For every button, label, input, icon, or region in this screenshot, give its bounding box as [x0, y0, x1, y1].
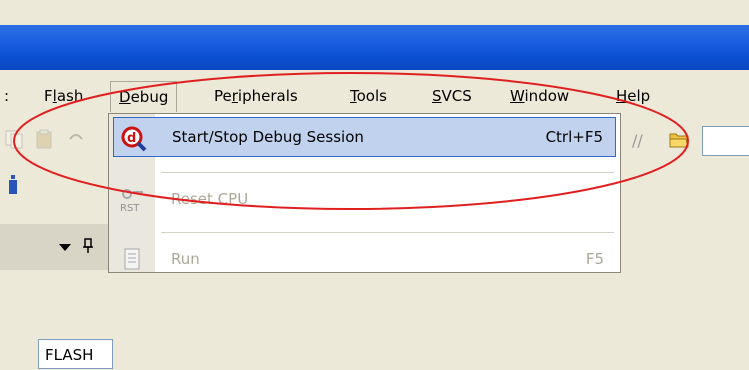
paste-icon[interactable] [34, 129, 54, 149]
undo-icon[interactable] [66, 129, 86, 149]
menu-item-start-stop-debug[interactable]: d Start/Stop Debug Session Ctrl+F5 [113, 117, 616, 157]
copy-icon[interactable] [4, 129, 24, 149]
menu-debug[interactable]: Debug [110, 81, 178, 112]
menu-item-shortcut: Ctrl+F5 [545, 128, 603, 146]
menu-item-run[interactable]: Run F5 [113, 240, 616, 280]
menu-flash[interactable]: Flash [44, 84, 83, 108]
debug-session-icon: d [121, 126, 147, 152]
menu-item-reset-cpu[interactable]: RST Reset CPU [113, 180, 616, 220]
menu-separator [161, 232, 614, 233]
menu-item-shortcut: F5 [585, 250, 604, 268]
menu-item-label: Run [171, 250, 200, 268]
menu-tools[interactable]: Tools [350, 84, 387, 108]
toolbar-input[interactable] [702, 126, 749, 156]
menu-svcs[interactable]: SVCS [432, 84, 472, 108]
menu-help[interactable]: Help [616, 84, 650, 108]
project-panel-header [0, 224, 112, 270]
open-folder-icon[interactable] [668, 128, 690, 150]
reset-cpu-icon: RST [120, 189, 143, 214]
pin-icon[interactable] [82, 238, 94, 254]
debug-menu-dropdown: d Start/Stop Debug Session Ctrl+F5 RST R… [108, 113, 621, 273]
menu-item-partial[interactable]: : [4, 84, 9, 108]
menu-bar: : Flash Debug Peripherals Tools SVCS Win… [0, 76, 749, 116]
comment-icon[interactable]: // [630, 128, 654, 150]
svg-text://: // [632, 131, 643, 150]
menu-separator [161, 172, 614, 173]
target-select[interactable]: FLASH [38, 339, 113, 369]
svg-text:d: d [127, 131, 136, 146]
window-top-strip [0, 0, 749, 25]
svg-text:RST: RST [120, 203, 140, 214]
menu-item-label: Reset CPU [171, 190, 249, 208]
menu-window[interactable]: Window [510, 84, 569, 108]
menu-item-label: Start/Stop Debug Session [172, 128, 364, 146]
menu-peripherals[interactable]: Peripherals [214, 84, 298, 108]
toolbar-right-area: // [622, 116, 749, 270]
build-target-icon[interactable] [6, 174, 20, 196]
title-bar [0, 25, 749, 70]
dropdown-arrow-icon[interactable] [58, 240, 72, 254]
